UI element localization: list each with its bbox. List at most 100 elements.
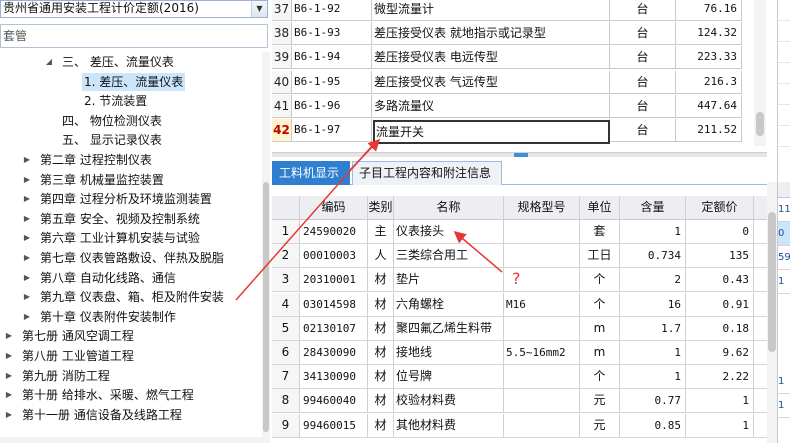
resource-cell-type[interactable]: 材: [368, 365, 394, 389]
resource-cell-unit[interactable]: 个: [580, 365, 620, 389]
quota-cell-code[interactable]: B6-1-95: [292, 70, 372, 93]
resource-cell-unit[interactable]: 个: [580, 292, 620, 316]
resource-row[interactable]: 9 99460015 材其他材料费 元 0.85 1: [272, 413, 767, 438]
resource-cell-code[interactable]: 00010003: [300, 244, 368, 268]
tree-node[interactable]: ◢ 三、 差压、流量仪表: [0, 52, 262, 72]
resource-cell-name[interactable]: 三类综合用工: [394, 244, 504, 268]
quota-cell-unit[interactable]: 台: [610, 0, 676, 20]
resource-row[interactable]: 6 28430090 材接地线 5.5~16mm2 m 1 9.62: [272, 341, 767, 365]
resource-row[interactable]: 4 03014598 材六角螺栓 M16 个 16 0.91: [272, 292, 767, 317]
resource-cell-price[interactable]: 9.62: [686, 341, 754, 364]
resource-row[interactable]: 1 24590020 主仪表接头套 1 0: [272, 220, 767, 244]
resource-cell-type[interactable]: 材: [368, 341, 394, 364]
resource-cell-code[interactable]: 99460015: [300, 413, 368, 437]
resource-row[interactable]: 8 99460040 材校验材料费 元 0.77 1: [272, 389, 767, 414]
column-header[interactable]: 单位: [580, 196, 620, 219]
tree-node[interactable]: ▶ 第三章 机械量监控装置: [0, 170, 262, 190]
triangle-right-icon[interactable]: ▶: [22, 287, 32, 307]
quota-grid-scrollbar[interactable]: [754, 0, 766, 146]
resource-cell-type[interactable]: 材: [368, 292, 394, 316]
resource-cell-code[interactable]: 34130090: [300, 365, 368, 389]
resource-cell-name[interactable]: 校验材料费: [394, 389, 504, 413]
quota-library-select[interactable]: 贵州省通用安装工程计价定额(2016) ▼: [0, 0, 268, 18]
quota-cell-unit[interactable]: 台: [610, 94, 676, 117]
resource-cell-unit[interactable]: 元: [580, 413, 620, 437]
quota-cell-price[interactable]: 76.16: [676, 0, 742, 20]
resource-cell-price[interactable]: 0: [686, 220, 754, 243]
column-header[interactable]: 编码: [300, 196, 368, 219]
resource-cell-spec[interactable]: [504, 365, 580, 389]
resource-cell-price[interactable]: 2.22: [686, 365, 754, 389]
quota-grid-scroll-thumb[interactable]: [756, 112, 764, 136]
resource-cell-spec[interactable]: [504, 316, 580, 340]
quota-cell-unit[interactable]: 台: [610, 119, 676, 141]
quota-cell-name[interactable]: 差压接受仪表 气远传型: [372, 70, 610, 93]
quota-row[interactable]: 40 B6-1-95 差压接受仪表 气远传型台 216.3: [272, 70, 742, 94]
triangle-down-icon[interactable]: ◢: [44, 52, 54, 72]
quota-cell-price[interactable]: 216.3: [676, 70, 742, 93]
panel-splitter[interactable]: [272, 152, 767, 157]
quota-cell-unit[interactable]: 台: [610, 22, 676, 45]
triangle-right-icon[interactable]: ▶: [4, 326, 14, 346]
resource-cell-type[interactable]: 主: [368, 220, 394, 243]
resource-cell-unit[interactable]: 个: [580, 268, 620, 292]
tree-vertical-scrollbar[interactable]: [262, 52, 270, 443]
resource-cell-qty[interactable]: 1.7: [620, 316, 686, 340]
quota-row[interactable]: 38 B6-1-93 差压接受仪表 就地指示或记录型台 124.32: [272, 22, 742, 46]
column-header[interactable]: 含量: [620, 196, 686, 219]
resource-cell-spec[interactable]: [504, 244, 580, 268]
resource-cell-qty[interactable]: 0.734: [620, 244, 686, 268]
resource-cell-spec[interactable]: [504, 389, 580, 413]
resource-cell-unit[interactable]: 元: [580, 389, 620, 413]
triangle-right-icon[interactable]: ▶: [4, 405, 14, 425]
quota-cell-code[interactable]: B6-1-97: [292, 119, 372, 141]
resource-cell-qty[interactable]: 1: [620, 341, 686, 364]
quota-cell-unit[interactable]: 台: [610, 46, 676, 69]
quota-cell-code[interactable]: B6-1-92: [292, 0, 372, 20]
resource-cell-code[interactable]: 03014598: [300, 292, 368, 316]
resource-cell-spec[interactable]: M16: [504, 292, 580, 316]
resource-cell-spec[interactable]: [504, 413, 580, 437]
resource-cell-qty[interactable]: 0.85: [620, 413, 686, 437]
resource-cell-name[interactable]: 垫片: [394, 268, 504, 292]
resource-cell-spec[interactable]: 5.5~16mm2: [504, 341, 580, 364]
tab-work-content-notes[interactable]: 子目工程内容和附注信息: [352, 161, 502, 185]
tree-node[interactable]: ▶ 第二章 过程控制仪表: [0, 150, 262, 170]
tree-node[interactable]: ▶ 第八章 自动化线路、通信: [0, 268, 262, 288]
tree-node[interactable]: ▶ 第七章 仪表管路敷设、伴热及脱脂: [0, 248, 262, 268]
resource-row[interactable]: 5 02130107 材聚四氟乙烯生料带 m 1.7 0.18: [272, 316, 767, 341]
quota-row[interactable]: 41 B6-1-96 多路流量仪台 447.64: [272, 94, 742, 118]
resource-cell-qty[interactable]: 0.77: [620, 389, 686, 413]
triangle-right-icon[interactable]: ▶: [22, 209, 32, 229]
tab-resource-display[interactable]: 工料机显示: [272, 161, 350, 185]
column-header[interactable]: 名称: [394, 196, 504, 219]
splitter-grip-handle[interactable]: [514, 153, 528, 157]
triangle-right-icon[interactable]: ▶: [22, 268, 32, 288]
resource-cell-name[interactable]: 接地线: [394, 341, 504, 364]
resource-cell-type[interactable]: 材: [368, 268, 394, 292]
resource-cell-price[interactable]: 0.43: [686, 268, 754, 292]
resource-cell-type[interactable]: 材: [368, 413, 394, 437]
quota-cell-code[interactable]: B6-1-96: [292, 94, 372, 117]
resource-cell-name[interactable]: 六角螺栓: [394, 292, 504, 316]
tree-horizontal-scrollbar[interactable]: [0, 437, 262, 443]
resource-cell-unit[interactable]: 工日: [580, 244, 620, 268]
resource-grid-scrollbar[interactable]: [767, 182, 777, 443]
resource-cell-code[interactable]: 20310001: [300, 268, 368, 292]
quota-cell-name[interactable]: 多路流量仪: [372, 94, 610, 117]
column-header[interactable]: 规格型号: [504, 196, 580, 219]
resource-cell-price[interactable]: 0.91: [686, 292, 754, 316]
tree-node[interactable]: ▶ 第十册 给排水、采暖、燃气工程: [0, 385, 262, 405]
tree-node[interactable]: ▶ 第十章 仪表附件安装制作: [0, 307, 262, 327]
resource-cell-name[interactable]: 聚四氟乙烯生料带: [394, 316, 504, 340]
resource-cell-price[interactable]: 0.18: [686, 316, 754, 340]
quota-cell-price[interactable]: 447.64: [676, 94, 742, 117]
quota-cell-code[interactable]: B6-1-94: [292, 46, 372, 69]
resource-cell-code[interactable]: 28430090: [300, 341, 368, 364]
tree-node[interactable]: 五、 显示记录仪表: [0, 130, 262, 150]
triangle-right-icon[interactable]: ▶: [22, 189, 32, 209]
quota-cell-price[interactable]: 223.33: [676, 46, 742, 69]
resource-cell-name[interactable]: 仪表接头: [394, 220, 504, 243]
triangle-right-icon[interactable]: ▶: [4, 385, 14, 405]
resource-cell-type[interactable]: 人: [368, 244, 394, 268]
